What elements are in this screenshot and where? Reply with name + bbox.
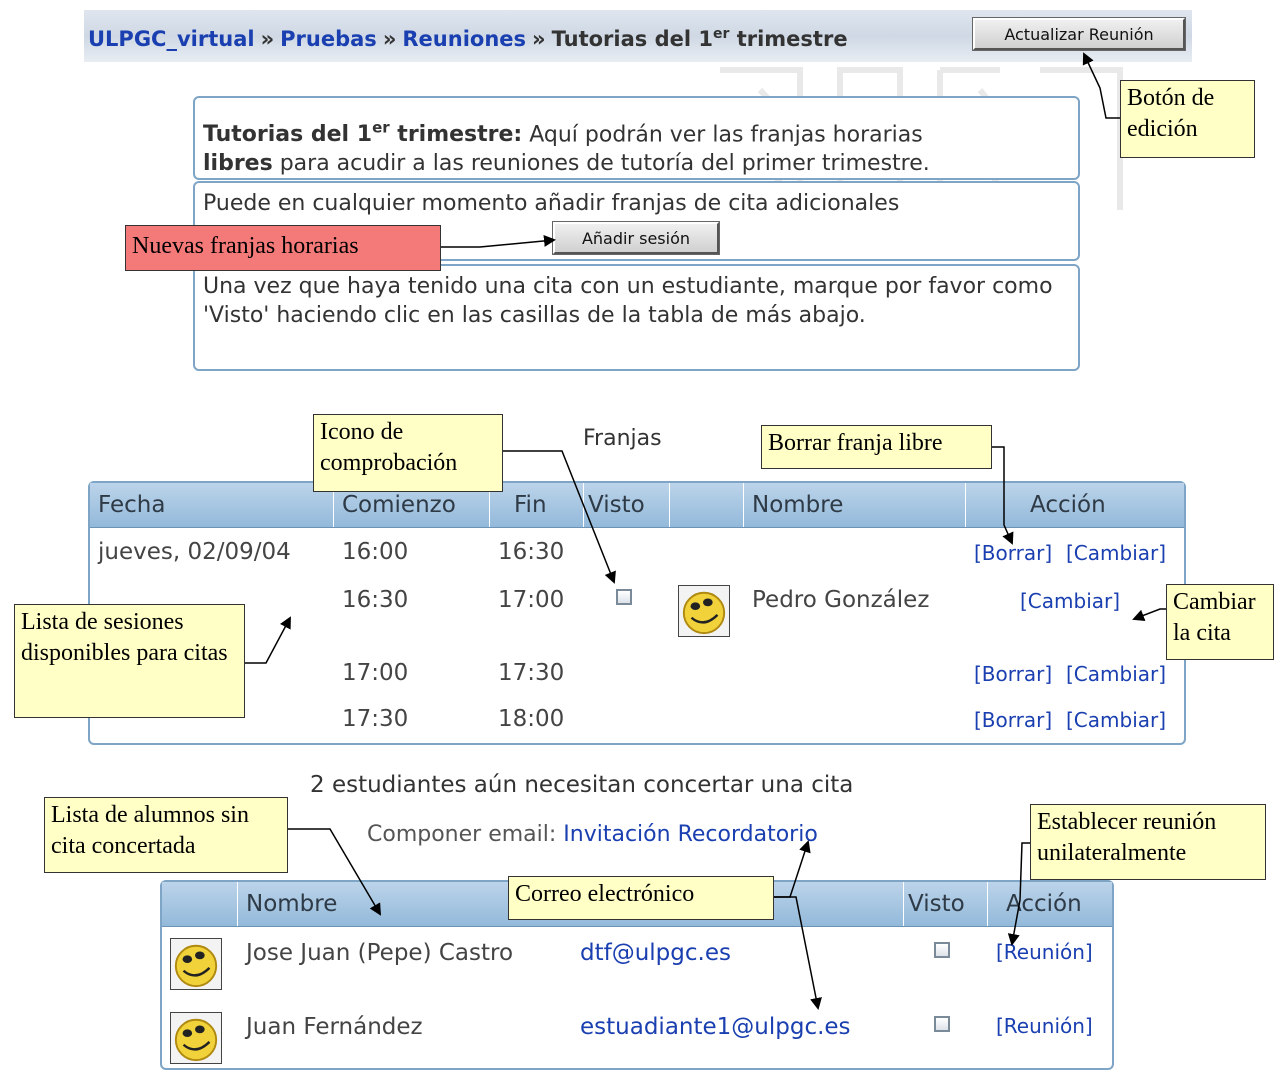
header-avatar — [162, 882, 238, 926]
students-heading: 2 estudiantes aún necesitan concertar un… — [310, 772, 854, 798]
invitation-link[interactable]: Invitación — [563, 822, 670, 847]
breadcrumb: ULPGC_virtual» Pruebas» Reuniones» Tutorias… — [88, 26, 848, 51]
breadcrumb-separator: » — [382, 27, 397, 51]
header-nombre: Nombre — [744, 483, 966, 527]
breadcrumb-link-ulpgc-virtual[interactable]: ULPGC_virtual — [88, 27, 255, 51]
slot-end: 18:00 — [498, 706, 565, 732]
callout-session-list: Lista de sesiones disponibles para citas — [14, 604, 245, 718]
compose-email: Componer email: Invitación Recordatorio — [367, 822, 818, 847]
slot-end: 17:30 — [498, 660, 565, 686]
callout-check-icon: Icono de comprobación — [313, 414, 503, 492]
callout-students-list: Lista de alumnos sin cita concertada — [44, 797, 288, 873]
header-accion: Acción — [1030, 492, 1106, 518]
meeting-link[interactable]: [Reunión] — [996, 1014, 1093, 1038]
compose-email-label: Componer email: — [367, 822, 557, 847]
change-slot-link[interactable]: [Cambiar] — [1020, 589, 1120, 613]
header-avatar — [670, 483, 744, 527]
delete-slot-link[interactable]: [Borrar] — [974, 708, 1052, 732]
callout-new-slots: Nuevas franjas horarias — [125, 225, 441, 271]
slot-start: 16:00 — [342, 539, 409, 565]
seen-checkbox[interactable] — [616, 589, 632, 605]
change-slot-link[interactable]: [Cambiar] — [1066, 708, 1166, 732]
header-fin: Fin — [490, 483, 584, 527]
callout-email: Correo electrónico — [508, 876, 774, 920]
seen-instructions-box: Una vez que haya tenido una cita con un … — [193, 264, 1080, 371]
seen-checkbox[interactable] — [934, 1016, 950, 1032]
add-slots-text: Puede en cualquier momento añadir franja… — [203, 191, 900, 216]
slots-title: Franjas — [583, 426, 662, 451]
student-name: Juan Fernández — [246, 1014, 423, 1040]
delete-slot-link[interactable]: [Borrar] — [974, 541, 1052, 565]
change-slot-link[interactable]: [Cambiar] — [1066, 541, 1166, 565]
slot-start: 17:30 — [342, 706, 409, 732]
slots-table: Fecha Comienzo Fin Visto Nombre Acción j… — [88, 481, 1186, 745]
meeting-link[interactable]: [Reunión] — [996, 940, 1093, 964]
delete-slot-link[interactable]: [Borrar] — [974, 662, 1052, 686]
add-session-button[interactable]: Añadir sesión — [552, 221, 720, 255]
seen-instructions-text: Una vez que haya tenido una cita con un … — [203, 274, 1053, 328]
breadcrumb-link-pruebas[interactable]: Pruebas — [280, 27, 377, 51]
breadcrumb-link-reuniones[interactable]: Reuniones — [402, 27, 526, 51]
breadcrumb-separator: » — [260, 27, 275, 51]
breadcrumb-separator: » — [532, 27, 546, 51]
callout-unilateral-meeting: Establecer reunión unilateralmente — [1030, 804, 1266, 880]
callout-edit-button: Botón de edición — [1120, 80, 1255, 158]
change-slot-link[interactable]: [Cambiar] — [1066, 662, 1166, 686]
breadcrumb-current: Tutorias del 1er trimestre — [551, 26, 848, 51]
student-name: Jose Juan (Pepe) Castro — [246, 940, 514, 966]
header-visto: Visto — [584, 483, 670, 527]
slot-start: 16:30 — [342, 587, 409, 613]
student-email-link[interactable]: estuadiante1@ulpgc.es — [580, 1014, 851, 1040]
student-email-link[interactable]: dtf@ulpgc.es — [580, 940, 731, 966]
seen-checkbox[interactable] — [934, 942, 950, 958]
slot-date: jueves, 02/09/04 — [98, 539, 291, 565]
slot-end: 16:30 — [498, 539, 565, 565]
slot-start: 17:00 — [342, 660, 409, 686]
update-meeting-button[interactable]: Actualizar Reunión — [972, 17, 1186, 51]
header-fecha: Fecha — [90, 483, 334, 527]
reminder-link[interactable]: Recordatorio — [678, 822, 818, 847]
slot-end: 17:00 — [498, 587, 565, 613]
smiley-avatar-icon — [170, 1012, 222, 1064]
smiley-avatar-icon — [678, 585, 730, 637]
callout-change-appointment: Cambiar la cita — [1166, 584, 1274, 660]
header-accion: Acción — [1006, 891, 1082, 917]
callout-delete-free-slot: Borrar franja libre — [761, 425, 992, 469]
header-visto: Visto — [904, 882, 988, 926]
intro-box: Tutorias del 1er trimestre: Aquí podrán … — [193, 96, 1080, 180]
intro-title: Tutorias del 1er trimestre: — [203, 119, 523, 148]
student-name: Pedro González — [752, 587, 930, 613]
smiley-avatar-icon — [170, 938, 222, 990]
slots-table-header: Fecha Comienzo Fin Visto Nombre Acción — [90, 483, 1184, 528]
